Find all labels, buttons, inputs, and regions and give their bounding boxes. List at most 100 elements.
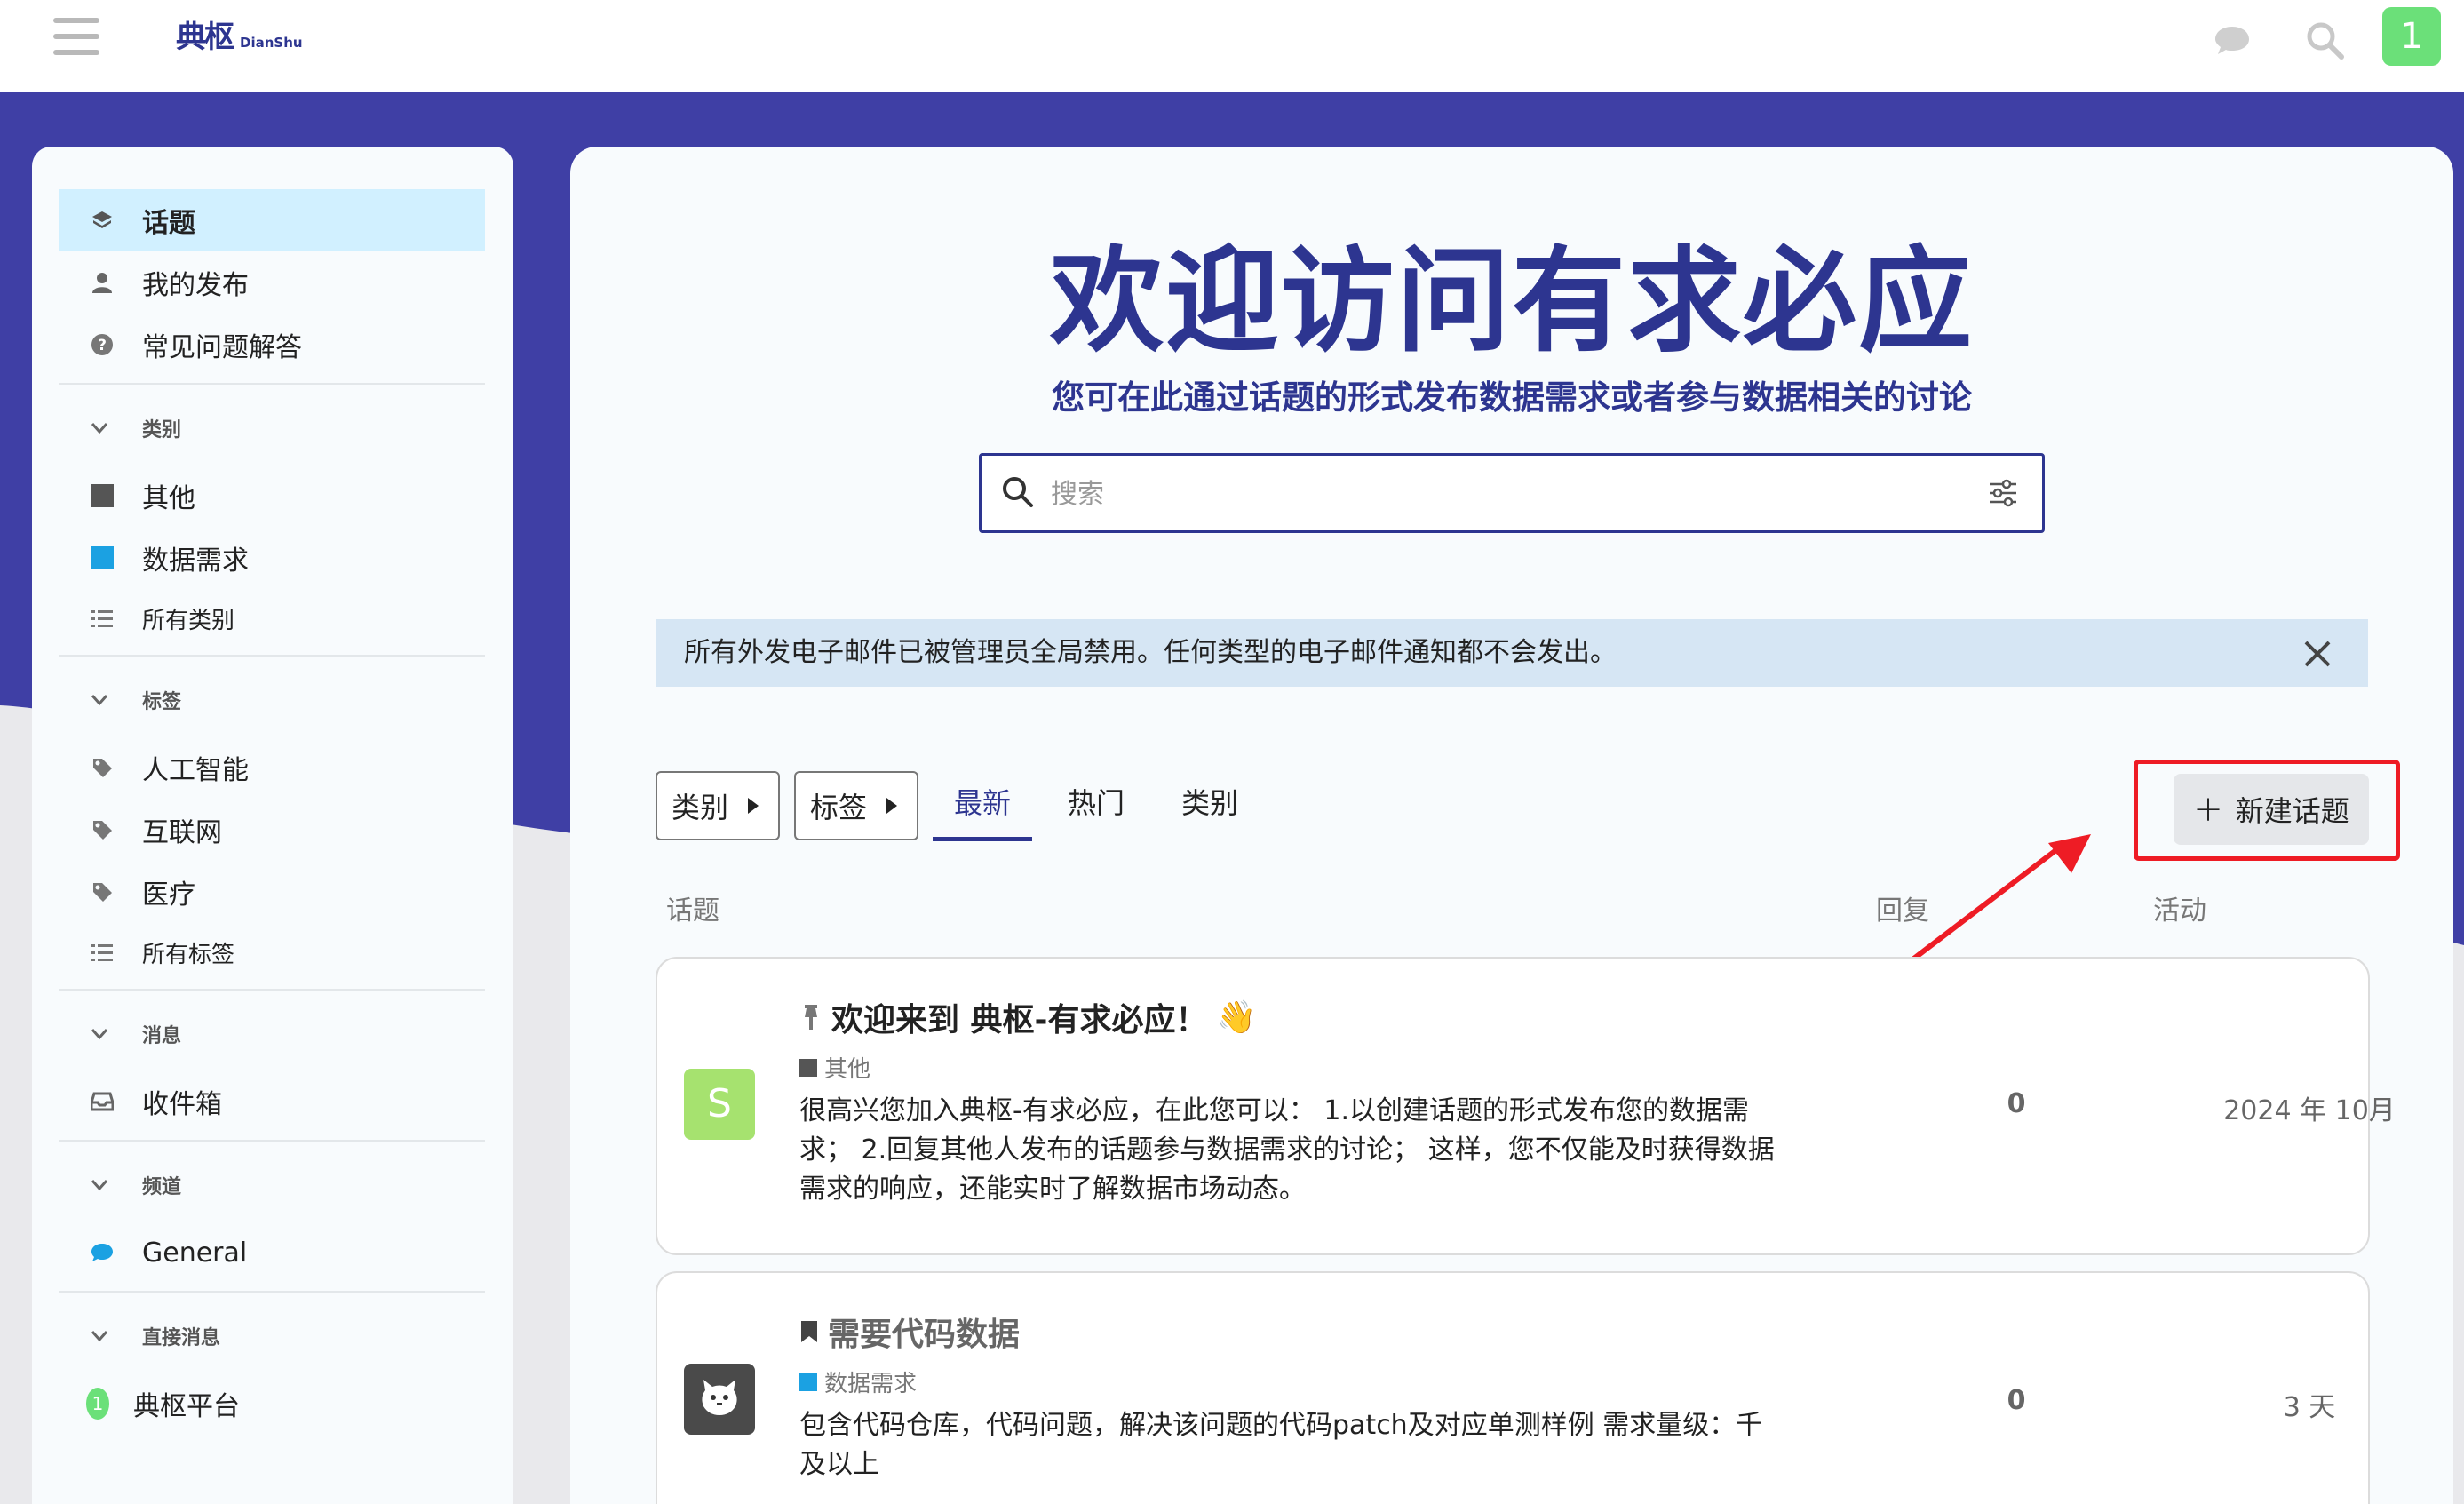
sidebar-item-channel-general[interactable]: General xyxy=(59,1222,485,1284)
sidebar-item-topics[interactable]: 话题 xyxy=(59,189,485,251)
site-logo[interactable]: 典枢 DianShu xyxy=(176,20,303,55)
question-icon: ? xyxy=(91,333,114,356)
column-header-replies[interactable]: 回复 xyxy=(1876,888,1929,927)
avatar[interactable] xyxy=(684,1364,755,1435)
section-heading: 频道 xyxy=(142,1176,182,1198)
hamburger-menu-icon[interactable] xyxy=(53,18,99,59)
sidebar-item-label: 典枢平台 xyxy=(133,1391,240,1422)
search-input[interactable] xyxy=(1051,468,1939,520)
sidebar-item-all-categories[interactable]: 所有类别 xyxy=(59,589,485,648)
chevron-down-icon xyxy=(91,1325,114,1348)
section-toggle-messages[interactable]: 消息 xyxy=(59,998,485,1070)
avatar: 1 xyxy=(86,1388,109,1420)
sidebar-item-label: 所有标签 xyxy=(142,941,235,968)
sidebar-item-my-posts[interactable]: 我的发布 xyxy=(59,251,485,314)
topic-excerpt: 很高兴您加入典枢-有求必应，在此您可以： 1.以创建话题的形式发布您的数据需求；… xyxy=(799,1095,1775,1205)
sidebar: 话题 我的发布 ? 常见问题解答 类别 其他 数据需求 所有类别 标签 人工智能… xyxy=(32,147,513,1504)
column-header-topic[interactable]: 话题 xyxy=(666,888,719,927)
tab-latest[interactable]: 最新 xyxy=(933,770,1033,841)
activity-time[interactable]: 2024 年 10月 xyxy=(2167,1088,2452,1127)
sidebar-item-faq[interactable]: ? 常见问题解答 xyxy=(59,314,485,376)
tab-categories[interactable]: 类别 xyxy=(1160,770,1260,841)
section-heading: 标签 xyxy=(142,691,182,713)
inbox-icon xyxy=(91,1090,114,1113)
category-square-icon xyxy=(91,546,114,569)
bookmark-icon xyxy=(801,1321,817,1342)
divider xyxy=(59,383,485,385)
sidebar-item-label: 人工智能 xyxy=(142,755,249,786)
page-subtitle: 您可在此通过话题的形式发布数据需求或者参与数据相关的讨论 xyxy=(1052,378,1972,417)
category-square-icon xyxy=(799,1058,817,1077)
notice-banner: 所有外发电子邮件已被管理员全局禁用。任何类型的电子邮件通知都不会发出。 xyxy=(656,619,2368,687)
activity-time[interactable]: 3 天 xyxy=(2167,1385,2452,1424)
section-toggle-direct-messages[interactable]: 直接消息 xyxy=(59,1300,485,1373)
reply-count: 0 xyxy=(2007,1385,2026,1416)
search-box xyxy=(979,453,2045,533)
new-topic-button[interactable]: + 新建话题 xyxy=(2174,774,2369,845)
category-label: 其他 xyxy=(824,1056,871,1083)
chat-icon[interactable] xyxy=(2212,20,2253,60)
logo-en-text: DianShu xyxy=(240,35,303,51)
topic-title-text: 欢迎来到 典枢-有求必应！ xyxy=(831,1002,1208,1038)
search-icon[interactable] xyxy=(2304,20,2345,60)
section-toggle-tags[interactable]: 标签 xyxy=(59,664,485,736)
category-square-icon xyxy=(799,1373,817,1391)
topic-row[interactable]: 需要代码数据 数据需求 包含代码仓库，代码问题，解决该问题的代码patch及对应… xyxy=(656,1271,2370,1504)
new-topic-label: 新建话题 xyxy=(2235,794,2349,828)
dropdown-label: 类别 xyxy=(672,791,729,824)
list-icon xyxy=(91,607,114,630)
top-header: 典枢 DianShu 1 xyxy=(0,0,2464,92)
main-content: 欢迎访问有求必应 您可在此通过话题的形式发布数据需求或者参与数据相关的讨论 所有… xyxy=(570,147,2453,1504)
close-icon[interactable] xyxy=(2302,639,2333,669)
sidebar-item-tag-ai[interactable]: 人工智能 xyxy=(59,736,485,799)
sidebar-item-category-other[interactable]: 其他 xyxy=(59,465,485,527)
topic-category[interactable]: 数据需求 xyxy=(799,1365,917,1398)
user-badge: 1 xyxy=(86,1388,109,1420)
divider xyxy=(59,655,485,657)
category-label: 数据需求 xyxy=(824,1371,918,1397)
topic-title[interactable]: 需要代码数据 xyxy=(799,1309,1020,1355)
column-header-activity[interactable]: 活动 xyxy=(2153,888,2206,927)
page-title: 欢迎访问有求必应 xyxy=(1049,235,1974,368)
section-toggle-categories[interactable]: 类别 xyxy=(59,392,485,465)
sidebar-item-label: 常见问题解答 xyxy=(142,332,302,363)
reply-count: 0 xyxy=(2007,1088,2026,1119)
divider xyxy=(59,1291,485,1293)
tag-icon xyxy=(91,880,114,903)
sidebar-item-label: 医疗 xyxy=(142,879,195,911)
topic-category[interactable]: 其他 xyxy=(799,1051,870,1084)
section-toggle-channels[interactable]: 频道 xyxy=(59,1149,485,1222)
sidebar-item-inbox[interactable]: 收件箱 xyxy=(59,1070,485,1133)
notice-text: 所有外发电子邮件已被管理员全局禁用。任何类型的电子邮件通知都不会发出。 xyxy=(684,637,1617,668)
user-icon xyxy=(91,271,114,294)
section-heading: 消息 xyxy=(142,1025,182,1047)
wave-emoji-icon: 👋 xyxy=(1216,999,1257,1036)
section-heading: 直接消息 xyxy=(142,1327,221,1349)
chevron-down-icon xyxy=(91,418,114,440)
chat-bubble-icon xyxy=(91,1241,114,1264)
topic-title[interactable]: 欢迎来到 典枢-有求必应！ 👋 xyxy=(799,994,1256,1040)
sidebar-item-tag-medical[interactable]: 医疗 xyxy=(59,861,485,923)
sidebar-item-label: 我的发布 xyxy=(142,270,249,301)
svg-text:?: ? xyxy=(98,337,107,354)
sidebar-item-tag-internet[interactable]: 互联网 xyxy=(59,799,485,861)
topic-title-text: 需要代码数据 xyxy=(828,1317,1021,1353)
sidebar-item-category-data-demand[interactable]: 数据需求 xyxy=(59,527,485,589)
avatar[interactable]: S xyxy=(684,1069,755,1140)
list-icon xyxy=(91,941,114,964)
user-avatar[interactable]: 1 xyxy=(2382,7,2441,66)
divider xyxy=(59,1140,485,1142)
filter-sliders-icon[interactable] xyxy=(1987,477,2019,509)
topic-filters: 类别 标签 最新 热门 类别 xyxy=(656,770,1274,841)
topic-row[interactable]: S 欢迎来到 典枢-有求必应！ 👋 其他 很高兴您加入典枢-有求必应，在此您可以… xyxy=(656,957,2396,1255)
sidebar-item-direct-platform[interactable]: 1 典枢平台 xyxy=(59,1373,485,1435)
category-dropdown[interactable]: 类别 xyxy=(656,771,781,840)
category-square-icon xyxy=(91,484,114,507)
sidebar-item-label: 话题 xyxy=(142,208,195,239)
search-icon xyxy=(1003,477,1033,507)
plus-icon: + xyxy=(2193,789,2223,830)
tag-dropdown[interactable]: 标签 xyxy=(794,771,919,840)
sidebar-item-all-tags[interactable]: 所有标签 xyxy=(59,923,485,982)
tab-hot[interactable]: 热门 xyxy=(1046,770,1146,841)
divider xyxy=(59,989,485,991)
